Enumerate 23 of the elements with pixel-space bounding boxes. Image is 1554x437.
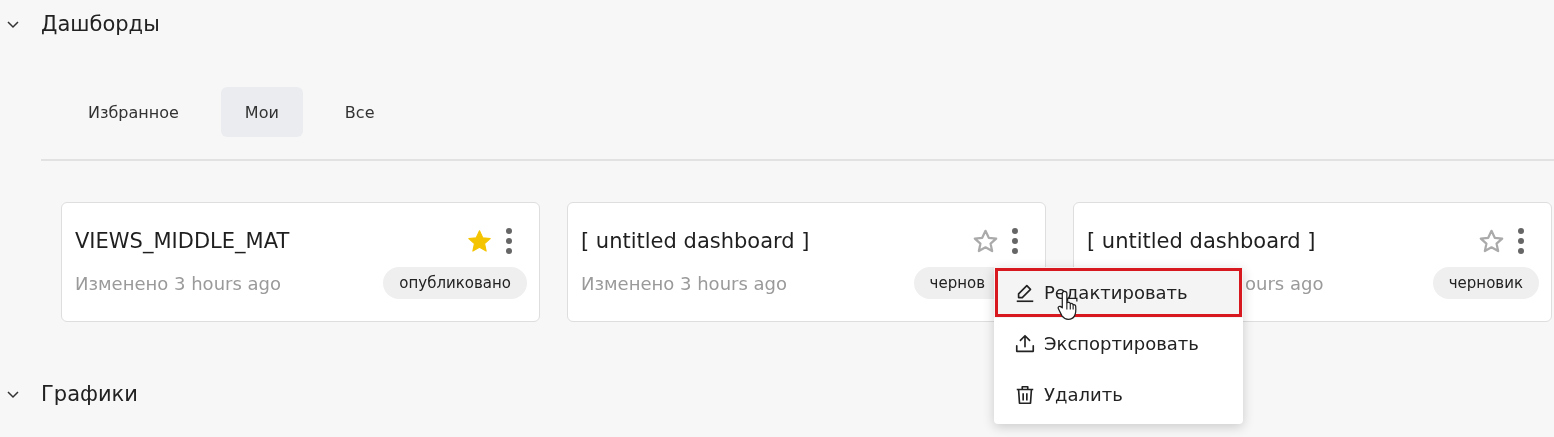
star-icon[interactable] (972, 227, 999, 255)
more-icon[interactable] (1517, 227, 1525, 255)
upload-icon (1014, 332, 1036, 355)
more-icon[interactable] (1011, 227, 1019, 255)
dashboard-card[interactable]: VIEWS_MIDDLE_MAT Изменено 3 hours ago опубликовано (61, 202, 540, 322)
trash-icon (1014, 383, 1036, 406)
status-badge: черновик (1432, 267, 1539, 299)
tab[interactable]: Все (320, 87, 399, 137)
modified-text: Изменено 3 hours ago (75, 272, 281, 294)
card-title: VIEWS_MIDDLE_MAT (75, 229, 291, 253)
card-title: [ untitled dashboard ] (581, 229, 811, 253)
section-title: Дашборды (41, 12, 160, 36)
section-title: Графики (41, 382, 138, 406)
star-icon[interactable] (1478, 227, 1505, 255)
status-badge: опубликовано (383, 267, 527, 299)
modified-text: Изменено 3 hours ago (581, 272, 787, 294)
tab[interactable]: Мои (220, 87, 303, 137)
menu-item[interactable]: Редактировать (994, 267, 1243, 318)
menu-item[interactable]: Удалить (994, 369, 1243, 420)
more-icon[interactable] (505, 227, 513, 255)
modified-text: ours ago (1244, 272, 1324, 294)
star-icon[interactable] (466, 227, 493, 255)
tab[interactable]: Избранное (64, 87, 203, 137)
